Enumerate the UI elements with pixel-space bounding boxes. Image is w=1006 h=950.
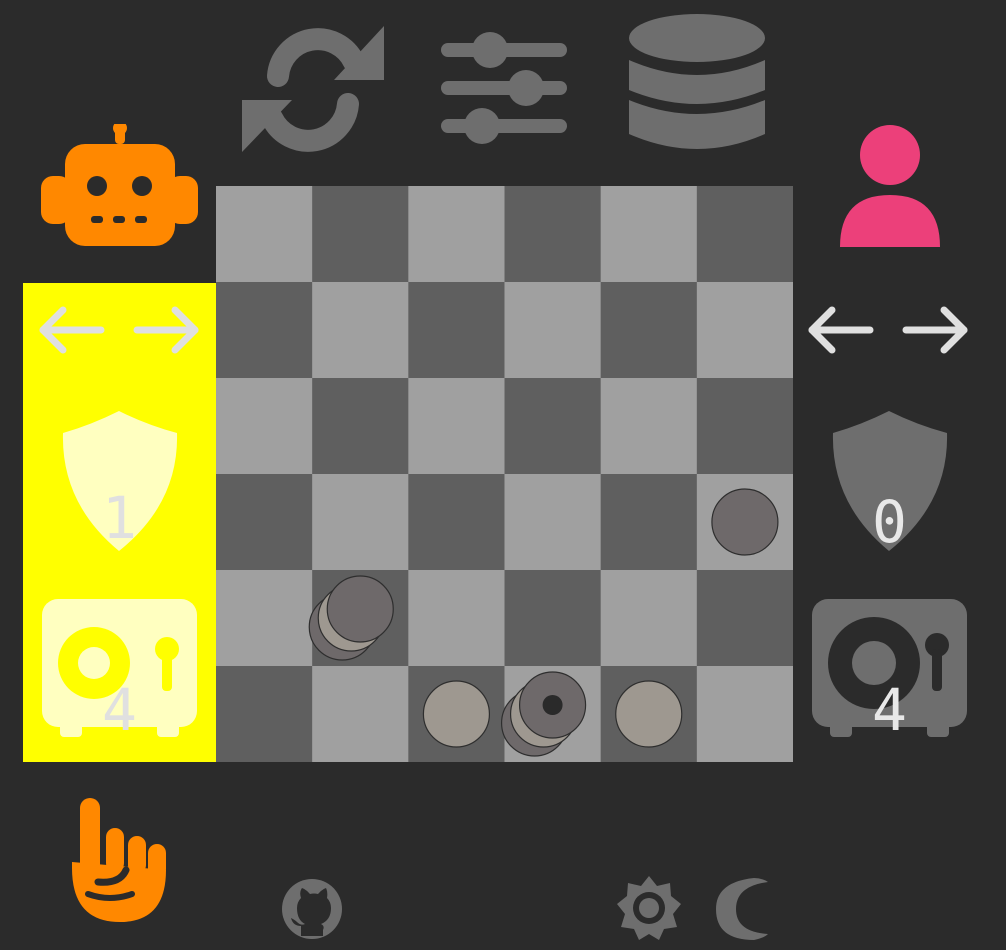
left-player-panel-active: 1 4 [23,283,216,762]
refresh-button[interactable] [238,20,386,160]
board-square[interactable] [600,570,698,667]
piece-top [615,680,683,748]
dark-mode-toggle[interactable] [714,876,770,942]
user-icon [840,125,940,247]
board-square[interactable] [312,666,409,762]
left-shield: 1 [61,411,178,551]
refresh-icon [242,26,384,152]
game-board[interactable] [216,186,793,762]
database-icon [629,14,765,149]
board-square[interactable] [312,186,409,283]
board-square[interactable] [696,666,793,762]
board-square[interactable] [216,282,313,379]
arrows-left-right-icon [808,306,968,354]
database-button[interactable] [627,10,767,168]
board-square[interactable] [696,186,793,283]
settings-icon [617,876,681,940]
right-safe: 4 [812,599,967,739]
github-link[interactable] [281,878,343,940]
board-square[interactable] [408,570,505,667]
board-square[interactable] [216,570,313,667]
right-safe-count: 4 [872,676,907,744]
left-undo-redo[interactable] [39,305,201,355]
arrows-left-right-icon [39,306,199,354]
left-safe: 4 [42,599,197,739]
board-square[interactable] [504,282,602,379]
piece-top [326,575,394,643]
right-shield: 0 [831,411,948,551]
robot-player-avatar[interactable] [41,124,198,248]
human-player-avatar[interactable] [838,125,942,249]
board-grid[interactable] [216,186,793,762]
game-piece[interactable] [422,680,491,748]
board-square[interactable] [408,282,505,379]
board-square[interactable] [408,186,505,283]
board-square[interactable] [216,186,313,283]
piece-marker [542,695,563,715]
board-square[interactable] [312,378,409,475]
board-square[interactable] [312,474,409,571]
board-square[interactable] [408,378,505,475]
board-square[interactable] [600,474,698,571]
board-square[interactable] [504,186,602,283]
board-square[interactable] [600,282,698,379]
board-square[interactable] [696,570,793,667]
board-square[interactable] [504,474,602,571]
board-square[interactable] [216,474,313,571]
board-square[interactable] [216,666,313,762]
turn-indicator [70,798,168,922]
settings-sliders-button[interactable] [440,30,568,148]
board-square[interactable] [504,378,602,475]
left-shield-count: 1 [102,484,137,552]
right-undo-redo[interactable] [808,305,970,355]
right-shield-count: 0 [872,488,907,556]
board-square[interactable] [600,186,698,283]
board-square[interactable] [696,282,793,379]
board-square[interactable] [408,474,505,571]
sliders-icon [441,32,567,144]
board-square[interactable] [312,282,409,379]
game-piece[interactable] [615,680,683,748]
piece-top [711,488,779,556]
github-icon [282,879,342,939]
board-square[interactable] [504,570,602,667]
settings-button[interactable] [615,874,683,942]
board-square[interactable] [600,378,698,475]
robot-icon [41,124,198,246]
piece-top [422,680,491,748]
game-piece[interactable] [711,488,779,556]
hand-pointer-icon [72,798,166,922]
left-safe-count: 4 [102,676,137,744]
dark-mode-icon [716,878,768,940]
board-square[interactable] [696,378,793,475]
board-square[interactable] [216,378,313,475]
